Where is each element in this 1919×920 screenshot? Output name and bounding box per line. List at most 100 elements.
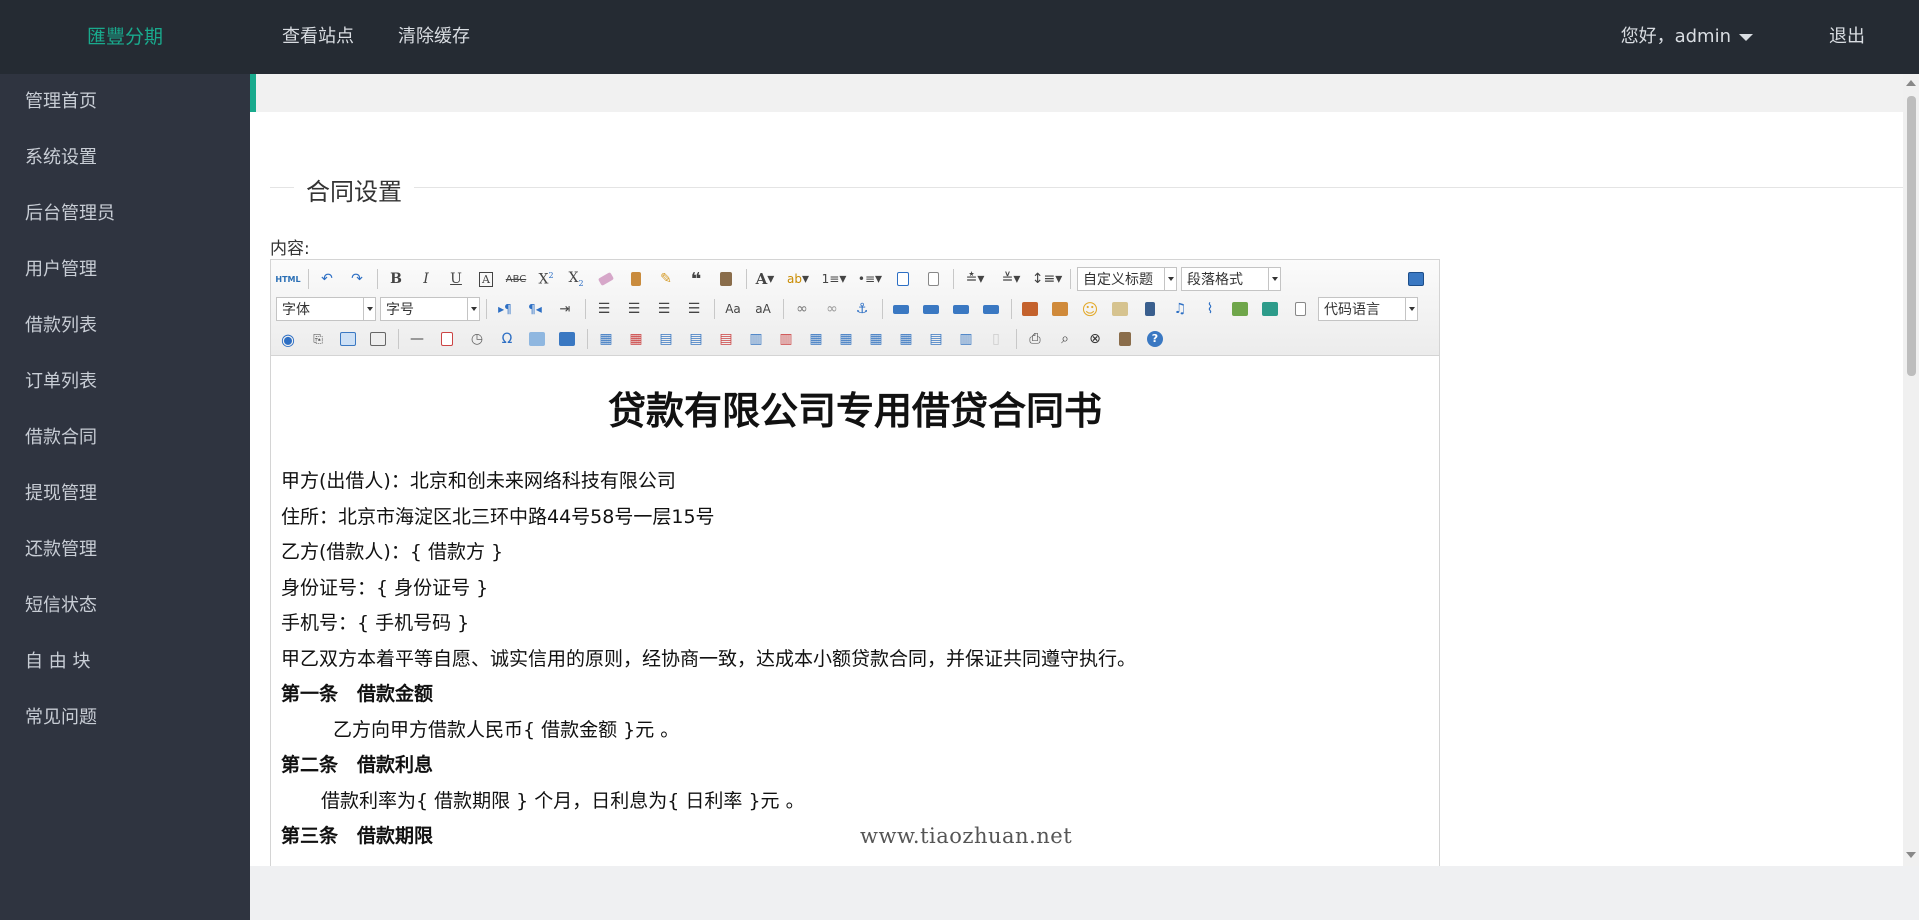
format-painter-icon[interactable] — [624, 267, 648, 291]
italic-icon[interactable]: I — [414, 267, 438, 291]
image-left-icon[interactable] — [919, 297, 943, 321]
scrawl-icon[interactable] — [1108, 297, 1132, 321]
insert-table-icon[interactable]: ▦ — [594, 327, 618, 351]
anchor-icon[interactable]: ⚓ — [850, 297, 874, 321]
merge-cells-icon[interactable]: ▦ — [804, 327, 828, 351]
underline-icon[interactable]: U — [444, 267, 468, 291]
select-all-icon[interactable] — [891, 267, 915, 291]
sidebar-item-repayments[interactable]: 还款管理 — [0, 522, 250, 578]
charts-icon[interactable]: ▯ — [984, 327, 1008, 351]
align-justify-icon[interactable]: ☰ — [682, 297, 706, 321]
paragraph-format-select[interactable]: 段落格式 — [1181, 267, 1281, 291]
special-chars-icon[interactable]: Ω — [495, 327, 519, 351]
insert-code-icon[interactable] — [1288, 297, 1312, 321]
web-app-icon[interactable]: ◉ — [276, 327, 300, 351]
align-center-icon[interactable]: ☰ — [622, 297, 646, 321]
insert-paragraph-before-table-icon[interactable]: ▤ — [654, 327, 678, 351]
scrollbar-thumb[interactable] — [1907, 96, 1916, 376]
align-left-icon[interactable]: ☰ — [592, 297, 616, 321]
image-center-icon[interactable] — [979, 297, 1003, 321]
font-size-select[interactable]: 字号 — [380, 297, 480, 321]
split-to-rows-icon[interactable]: ▤ — [924, 327, 948, 351]
subscript-icon[interactable]: X2 — [564, 267, 588, 291]
insert-image-icon[interactable] — [1048, 297, 1072, 321]
clear-doc-icon[interactable] — [921, 267, 945, 291]
sidebar-item-system-settings[interactable]: 系统设置 — [0, 130, 250, 186]
ordered-list-icon[interactable]: 1≡ ▾ — [819, 267, 849, 291]
insert-frame-icon[interactable] — [1228, 297, 1252, 321]
sidebar-item-orders[interactable]: 订单列表 — [0, 354, 250, 410]
image-none-icon[interactable] — [889, 297, 913, 321]
sidebar-item-users[interactable]: 用户管理 — [0, 242, 250, 298]
delete-row-icon[interactable]: ▤ — [714, 327, 738, 351]
time-icon[interactable]: ◷ — [465, 327, 489, 351]
sidebar-item-free-blocks[interactable]: 自 由 块 — [0, 634, 250, 690]
sidebar-item-dashboard[interactable]: 管理首页 — [0, 74, 250, 130]
image-right-icon[interactable] — [949, 297, 973, 321]
fullscreen-icon[interactable] — [1404, 267, 1428, 291]
delete-table-icon[interactable]: ▦ — [624, 327, 648, 351]
line-height-icon[interactable]: ↕≡ ▾ — [1032, 267, 1063, 291]
scroll-down-arrow-icon[interactable] — [1906, 852, 1916, 858]
font-border-icon[interactable]: A — [474, 267, 498, 291]
link-icon[interactable]: ∞ — [790, 297, 814, 321]
logout-link[interactable]: 退出 — [1829, 0, 1865, 74]
undo-icon[interactable]: ↶ — [315, 267, 339, 291]
template-icon[interactable] — [336, 327, 360, 351]
highlight-color-icon[interactable]: ab ▾ — [783, 267, 813, 291]
user-menu[interactable]: 您好，admin — [1621, 0, 1753, 74]
scroll-up-arrow-icon[interactable] — [1906, 80, 1916, 86]
html-source-icon[interactable]: HTML — [275, 267, 300, 291]
editor-body[interactable]: 贷款有限公司专用借贷合同书 甲方(出借人)：北京和创未来网络科技有限公司 住所：… — [271, 356, 1439, 855]
sidebar-item-sms-status[interactable]: 短信状态 — [0, 578, 250, 634]
row-spacing-top-icon[interactable]: ≛ ▾ — [960, 267, 990, 291]
wordimage-icon[interactable] — [525, 327, 549, 351]
code-language-select[interactable]: 代码语言 — [1318, 297, 1418, 321]
eraser-icon[interactable] — [594, 267, 618, 291]
drafts-icon[interactable] — [1113, 327, 1137, 351]
split-to-cells-icon[interactable]: ▦ — [894, 327, 918, 351]
snapscreen-icon[interactable] — [555, 327, 579, 351]
page-break-icon[interactable]: ⎘ — [306, 327, 330, 351]
print-icon[interactable]: ⎙ — [1023, 327, 1047, 351]
blockquote-icon[interactable]: ❝ — [684, 267, 708, 291]
redo-icon[interactable]: ↷ — [345, 267, 369, 291]
sidebar-item-contracts[interactable]: 借款合同 — [0, 410, 250, 466]
emotion-icon[interactable]: ☺ — [1078, 297, 1102, 321]
clear-cache-link[interactable]: 清除缓存 — [398, 0, 470, 74]
horizontal-rule-icon[interactable]: — — [405, 327, 429, 351]
search-replace-icon[interactable]: ⊗ — [1083, 327, 1107, 351]
sidebar-item-loans[interactable]: 借款列表 — [0, 298, 250, 354]
sidebar-item-withdrawals[interactable]: 提现管理 — [0, 466, 250, 522]
date-icon[interactable] — [435, 327, 459, 351]
auto-format-icon[interactable]: ✎ — [654, 267, 678, 291]
delete-col-icon[interactable]: ▥ — [774, 327, 798, 351]
merge-down-icon[interactable]: ▦ — [864, 327, 888, 351]
unordered-list-icon[interactable]: •≡ ▾ — [855, 267, 885, 291]
strikethrough-icon[interactable]: ABC — [504, 267, 528, 291]
font-family-select[interactable]: 字体 — [276, 297, 376, 321]
rtl-direction-icon[interactable]: ¶◂ — [523, 297, 547, 321]
help-icon[interactable]: ? — [1143, 327, 1167, 351]
simple-upload-icon[interactable] — [1018, 297, 1042, 321]
view-site-link[interactable]: 查看站点 — [282, 0, 354, 74]
paste-plain-icon[interactable] — [714, 267, 738, 291]
background-icon[interactable] — [366, 327, 390, 351]
align-right-icon[interactable]: ☰ — [652, 297, 676, 321]
sidebar-item-faq[interactable]: 常见问题 — [0, 690, 250, 746]
attachment-icon[interactable]: ⌇ — [1198, 297, 1222, 321]
uppercase-icon[interactable]: Aa — [721, 297, 745, 321]
insert-row-icon[interactable]: ▤ — [684, 327, 708, 351]
google-map-icon[interactable] — [1258, 297, 1282, 321]
superscript-icon[interactable]: X2 — [534, 267, 558, 291]
unlink-icon[interactable]: ∞ — [820, 297, 844, 321]
insert-col-icon[interactable]: ▥ — [744, 327, 768, 351]
sidebar-item-admins[interactable]: 后台管理员 — [0, 186, 250, 242]
music-icon[interactable]: ♫ — [1168, 297, 1192, 321]
merge-right-icon[interactable]: ▦ — [834, 327, 858, 351]
indent-icon[interactable]: ⇥ — [553, 297, 577, 321]
bold-icon[interactable]: B — [384, 267, 408, 291]
ltr-direction-icon[interactable]: ▸¶ — [493, 297, 517, 321]
preview-icon[interactable]: ⌕ — [1053, 327, 1077, 351]
font-color-icon[interactable]: A ▾ — [753, 267, 777, 291]
